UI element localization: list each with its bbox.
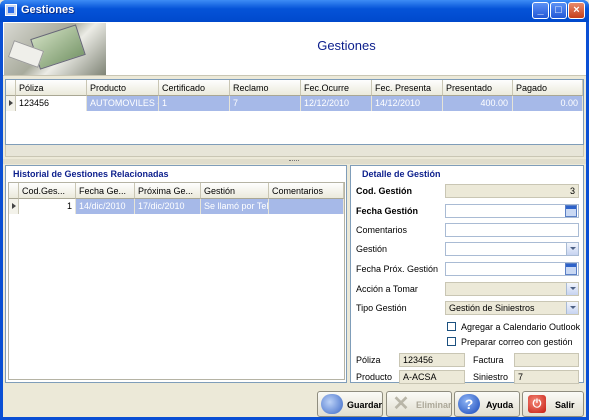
detalle-panel: Detalle de Gestión Cod. Gestión 3 Fecha … (350, 165, 584, 384)
ayuda-button[interactable]: ? Ayuda (454, 391, 520, 417)
client-area: Gestiones Póliza Producto Certificado Re… (3, 22, 586, 417)
save-icon (321, 394, 343, 414)
producto-label: Producto (356, 372, 393, 382)
column-header[interactable]: Presentado (443, 80, 513, 96)
current-row-arrow-icon (9, 100, 13, 106)
calendar-icon[interactable] (565, 205, 577, 217)
eliminar-button[interactable]: ✕ Eliminar (386, 391, 452, 417)
column-header[interactable]: Próxima Ge... (135, 183, 201, 199)
window-title: Gestiones (21, 4, 75, 16)
column-header[interactable]: Póliza (16, 80, 87, 96)
factura-field (514, 353, 579, 367)
gestion-label: Gestión (356, 244, 388, 254)
calendario-checkbox[interactable] (447, 322, 456, 331)
row-header[interactable] (6, 96, 16, 111)
delete-icon: ✕ (392, 393, 410, 415)
exit-icon: ⏻ (528, 395, 546, 413)
help-icon: ? (458, 394, 480, 414)
detalle-title: Detalle de Gestión (362, 169, 441, 179)
table-cell[interactable]: 1 (19, 199, 76, 214)
column-header[interactable]: Comentarios (269, 183, 344, 199)
grip-dots-icon (289, 160, 299, 163)
splitter-handle[interactable] (3, 159, 586, 164)
grid-footer-band (5, 145, 584, 157)
cod-gestion-field: 3 (445, 184, 579, 198)
correo-checkbox[interactable] (447, 337, 456, 346)
grid-corner (9, 183, 19, 199)
comentarios-field[interactable] (445, 223, 579, 237)
maximize-button[interactable]: □ (550, 2, 567, 19)
fecha-prox-field[interactable] (445, 262, 579, 276)
table-cell[interactable]: 0.00 (513, 96, 583, 111)
column-header[interactable]: Fec. Presenta (372, 80, 443, 96)
tipo-gestion-value: Gestión de Siniestros (449, 303, 535, 313)
column-header[interactable]: Certificado (159, 80, 230, 96)
chevron-down-icon[interactable] (566, 302, 578, 314)
table-cell[interactable]: 12/12/2010 (301, 96, 372, 111)
historial-grid[interactable]: Cod.Ges... Fecha Ge... Próxima Ge... Ges… (8, 182, 345, 380)
accion-select[interactable] (445, 282, 579, 296)
ayuda-label: Ayuda (486, 400, 514, 410)
historial-title: Historial de Gestiones Relacionadas (13, 169, 169, 179)
table-cell[interactable]: 17/dic/2010 (135, 199, 201, 214)
calendario-checkbox-label[interactable]: Agregar a Calendario Outlook (461, 322, 580, 332)
app-icon[interactable] (5, 4, 17, 16)
table-cell[interactable]: 14/dic/2010 (76, 199, 135, 214)
current-row-arrow-icon (12, 203, 16, 209)
column-header[interactable]: Fec.Ocurre (301, 80, 372, 96)
header-banner: Gestiones (3, 22, 586, 76)
tipo-gestion-select[interactable]: Gestión de Siniestros (445, 301, 579, 315)
column-header[interactable]: Reclamo (230, 80, 301, 96)
table-cell[interactable] (269, 199, 344, 214)
banner-image (4, 23, 106, 75)
cod-gestion-label: Cod. Gestión (356, 186, 412, 196)
chevron-down-icon[interactable] (566, 243, 578, 255)
column-header[interactable]: Producto (87, 80, 159, 96)
guardar-button[interactable]: Guardar (317, 391, 383, 417)
table-cell[interactable]: AUTOMOVILES -... (87, 96, 159, 111)
salir-label: Salir (555, 400, 575, 410)
table-cell[interactable]: Se llamó por Tel... (201, 199, 269, 214)
app-window: Gestiones _ □ × Gestiones Póliza Product… (0, 0, 589, 420)
claims-grid[interactable]: Póliza Producto Certificado Reclamo Fec.… (5, 79, 584, 145)
factura-label: Factura (473, 355, 504, 365)
column-header[interactable]: Gestión (201, 183, 269, 199)
accion-label: Acción a Tomar (356, 284, 418, 294)
table-cell[interactable]: 1 (159, 96, 230, 111)
grid-corner (6, 80, 16, 96)
salir-button[interactable]: ⏻ Salir (522, 391, 584, 417)
historial-panel: Historial de Gestiones Relacionadas Cod.… (5, 165, 347, 383)
calendar-icon[interactable] (565, 263, 577, 275)
producto-field: A-ACSA (399, 370, 465, 384)
guardar-label: Guardar (347, 400, 383, 410)
fecha-prox-label: Fecha Próx. Gestión (356, 264, 439, 274)
table-cell[interactable]: 400.00 (443, 96, 513, 111)
siniestro-label: Siniestro (473, 372, 509, 382)
correo-checkbox-label[interactable]: Preparar correo con gestión (461, 337, 573, 347)
fecha-gestion-field[interactable] (445, 204, 579, 218)
poliza-label: Póliza (356, 355, 381, 365)
close-button[interactable]: × (568, 2, 585, 19)
column-header[interactable]: Cod.Ges... (19, 183, 76, 199)
page-title: Gestiones (317, 38, 376, 53)
minimize-button[interactable]: _ (532, 2, 549, 19)
column-header[interactable]: Pagado (513, 80, 583, 96)
chevron-down-icon[interactable] (566, 283, 578, 295)
comentarios-label: Comentarios (356, 225, 408, 235)
siniestro-field: 7 (514, 370, 579, 384)
poliza-field: 123456 (399, 353, 465, 367)
table-cell[interactable]: 14/12/2010 (372, 96, 443, 111)
column-header[interactable]: Fecha Ge... (76, 183, 135, 199)
tipo-gestion-label: Tipo Gestión (356, 303, 407, 313)
gestion-select[interactable] (445, 242, 579, 256)
fecha-gestion-label: Fecha Gestión (356, 206, 419, 216)
table-cell[interactable]: 123456 (16, 96, 87, 111)
table-cell[interactable]: 7 (230, 96, 301, 111)
row-header[interactable] (9, 199, 19, 214)
eliminar-label: Eliminar (416, 400, 452, 410)
title-bar[interactable]: Gestiones _ □ × (0, 0, 589, 22)
